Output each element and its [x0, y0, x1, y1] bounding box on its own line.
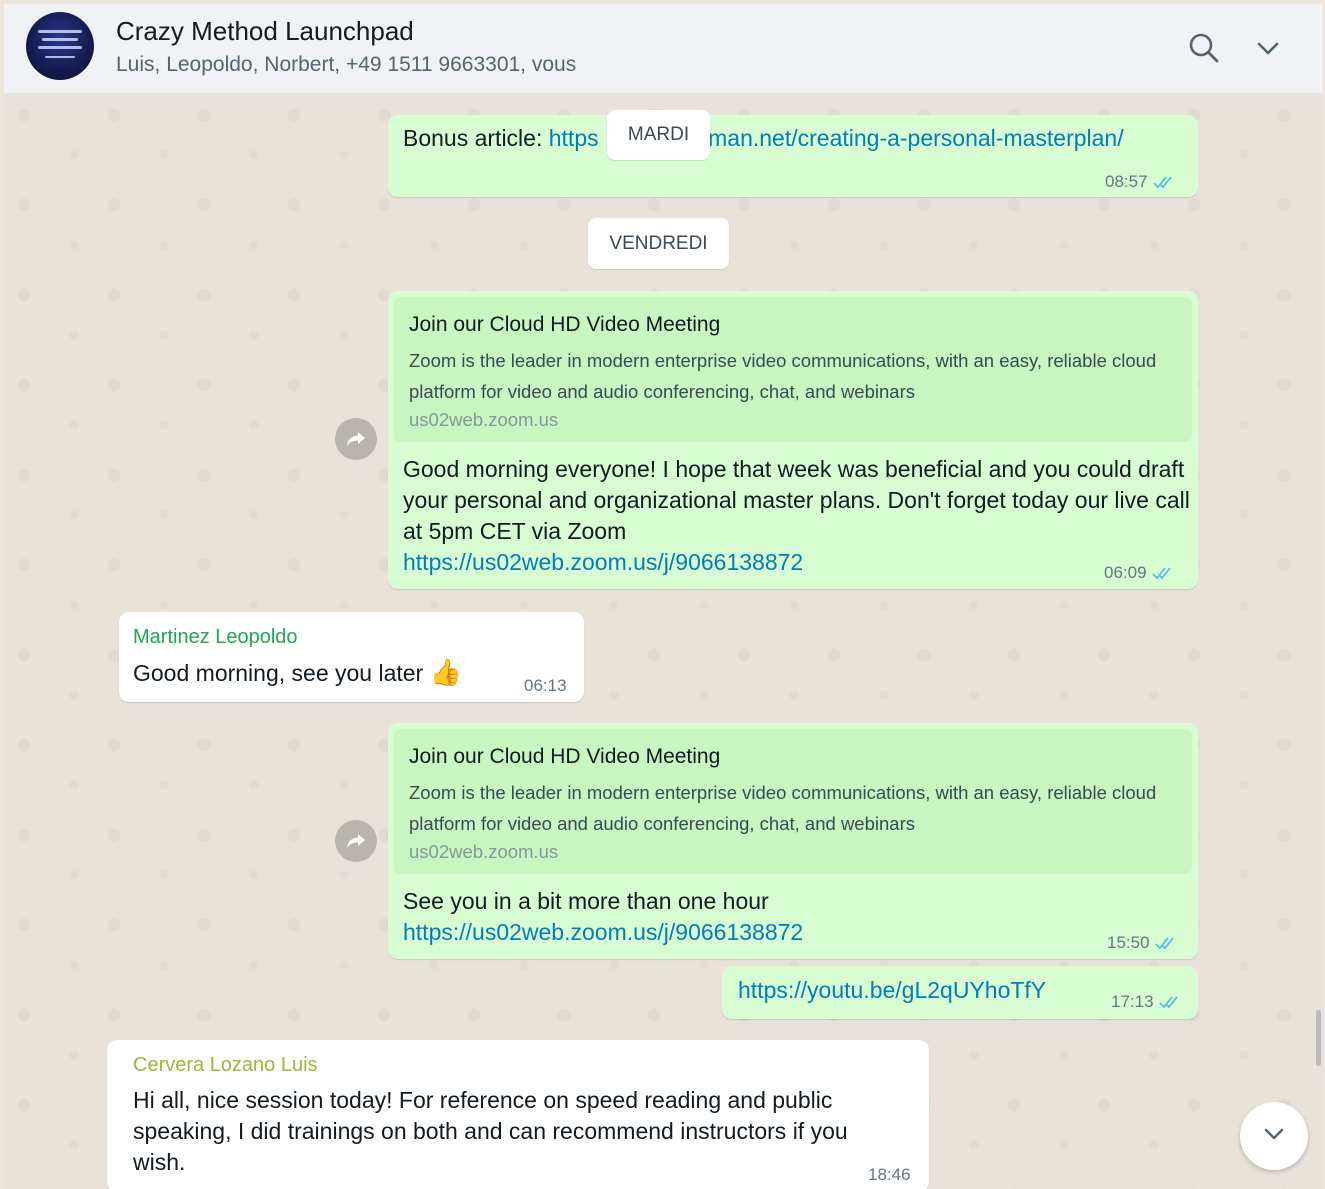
- message-time: 18:46: [868, 1165, 911, 1184]
- date-chip-mardi: MARDI: [607, 110, 710, 160]
- message-time: 06:13: [524, 676, 567, 695]
- incoming-message[interactable]: Cervera Lozano Luis Hi all, nice session…: [107, 1040, 929, 1189]
- preview-description: Zoom is the leader in modern enterprise …: [409, 350, 1157, 402]
- double-check-icon: [1158, 994, 1182, 1015]
- sender-name[interactable]: Cervera Lozano Luis: [133, 1054, 318, 1077]
- message-link-start[interactable]: https: [549, 125, 599, 151]
- message-time: 17:13: [1111, 992, 1154, 1011]
- preview-title: Join our Cloud HD Video Meeting: [409, 313, 721, 336]
- message-link[interactable]: https://youtu.be/gL2qUYhoTfY: [738, 975, 1046, 1006]
- message-link[interactable]: https://us02web.zoom.us/j/9066138872: [403, 547, 803, 578]
- message-text: Hi all, nice session today! For referenc…: [133, 1087, 848, 1175]
- message-time: 15:50: [1107, 933, 1150, 952]
- incoming-message[interactable]: Martinez Leopoldo Good morning, see you …: [119, 612, 584, 702]
- double-check-icon: [1151, 565, 1175, 586]
- forward-icon[interactable]: [335, 820, 377, 862]
- preview-title: Join our Cloud HD Video Meeting: [409, 745, 721, 768]
- scroll-to-bottom-button[interactable]: [1240, 1102, 1308, 1170]
- preview-domain: us02web.zoom.us: [409, 409, 559, 430]
- chat-header[interactable]: Crazy Method Launchpad Luis, Leopoldo, N…: [4, 4, 1323, 94]
- double-check-icon: [1154, 935, 1178, 956]
- link-preview[interactable]: Join our Cloud HD Video Meeting Zoom is …: [394, 729, 1192, 874]
- thumbs-up-emoji: 👍: [429, 657, 462, 687]
- preview-description: Zoom is the leader in modern enterprise …: [409, 782, 1157, 834]
- chevron-down-icon: [1263, 1127, 1285, 1146]
- outgoing-message[interactable]: Join our Cloud HD Video Meeting Zoom is …: [388, 291, 1198, 589]
- sender-name[interactable]: Martinez Leopoldo: [133, 626, 298, 649]
- outgoing-message[interactable]: Bonus article: https ifman.net/creating-a…: [388, 115, 1198, 197]
- outgoing-message[interactable]: Join our Cloud HD Video Meeting Zoom is …: [388, 723, 1198, 959]
- search-icon[interactable]: [1184, 28, 1224, 68]
- message-text: Bonus article:: [403, 125, 549, 151]
- double-check-icon: [1152, 174, 1176, 195]
- chat-participants: Luis, Leopoldo, Norbert, +49 1511 966330…: [116, 53, 577, 76]
- message-text: Good morning everyone! I hope that week …: [403, 456, 1190, 544]
- scrollbar-thumb[interactable]: [1316, 1010, 1321, 1066]
- link-preview[interactable]: Join our Cloud HD Video Meeting Zoom is …: [394, 297, 1192, 442]
- chevron-down-icon[interactable]: [1248, 28, 1288, 68]
- message-time: 08:57: [1105, 172, 1148, 191]
- message-time: 06:09: [1104, 563, 1147, 582]
- chat-title[interactable]: Crazy Method Launchpad: [116, 16, 414, 47]
- forward-icon[interactable]: [335, 418, 377, 460]
- group-avatar[interactable]: [26, 12, 94, 80]
- preview-domain: us02web.zoom.us: [409, 841, 559, 862]
- message-link[interactable]: https://us02web.zoom.us/j/9066138872: [403, 917, 803, 948]
- outgoing-message[interactable]: https://youtu.be/gL2qUYhoTfY 17:13: [722, 966, 1198, 1019]
- date-chip-vendredi: VENDREDI: [588, 218, 729, 269]
- message-text: Good morning, see you later: [133, 660, 424, 686]
- message-link-end[interactable]: ifman.net/creating-a-personal-masterplan…: [697, 125, 1124, 151]
- message-text: See you in a bit more than one hour: [403, 888, 769, 914]
- chat-window: Crazy Method Launchpad Luis, Leopoldo, N…: [0, 0, 1325, 1189]
